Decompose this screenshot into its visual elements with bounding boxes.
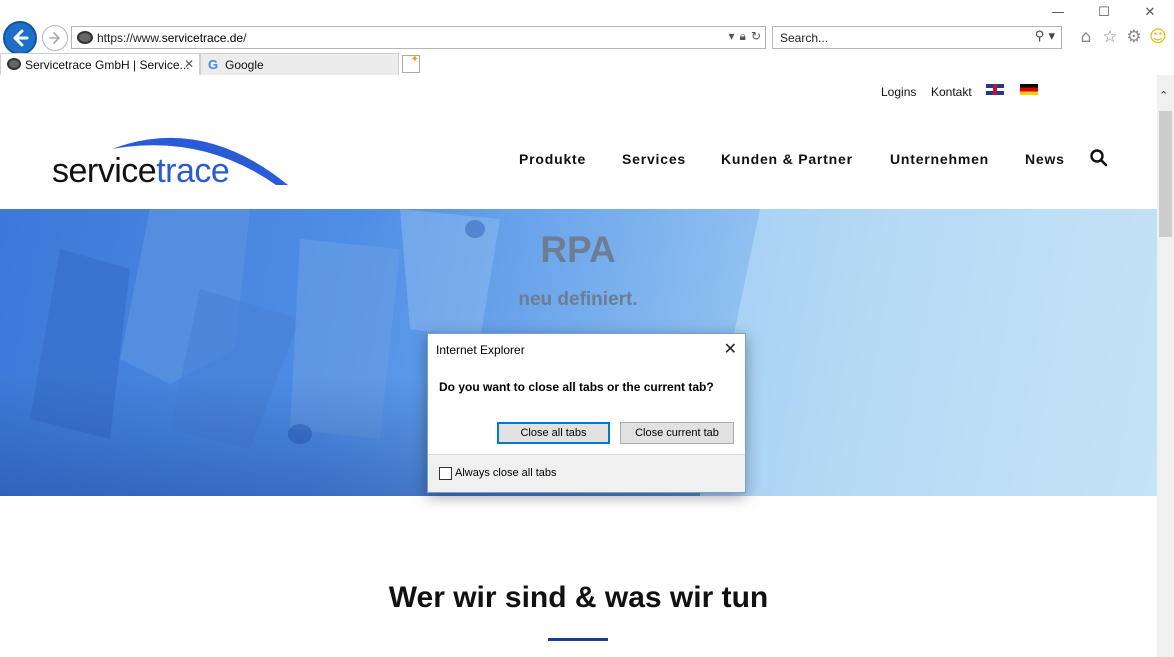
toolbar-icons: ⌂ ☆ ⚙ ☺	[1074, 27, 1170, 47]
lock-icon[interactable]: 🔒︎	[740, 29, 746, 43]
url-prefix: https://www.	[97, 31, 162, 45]
refresh-icon[interactable]: ↻	[751, 29, 761, 43]
tab-strip: Servicetrace GmbH | Service... ✕ G Googl…	[0, 53, 1174, 75]
kontakt-link[interactable]: Kontakt	[931, 85, 972, 99]
close-all-tabs-button[interactable]: Close all tabs	[497, 422, 610, 444]
section-divider	[548, 638, 608, 641]
browser-chrome: — ☐ ✕ https://www.servicetrace.de/ ▾ 🔒︎ ↻ …	[0, 0, 1174, 75]
logo-part-service: service	[52, 152, 157, 190]
scroll-up-icon[interactable]: ⌃	[1159, 89, 1168, 102]
scrollbar-thumb[interactable]	[1159, 111, 1172, 237]
back-arrow-icon	[13, 29, 29, 47]
tab-google[interactable]: G Google	[200, 53, 399, 75]
dialog-titlebar: Internet Explorer ✕	[428, 334, 745, 364]
nav-unternehmen[interactable]: Unternehmen	[890, 151, 989, 167]
close-tabs-dialog: Internet Explorer ✕ Do you want to close…	[427, 333, 746, 493]
de-flag-icon[interactable]	[1020, 84, 1038, 95]
hero-title: RPA	[540, 229, 616, 270]
url-text: https://www.servicetrace.de/	[97, 31, 246, 45]
feedback-smiley-icon[interactable]: ☺	[1146, 27, 1170, 47]
address-bar[interactable]: https://www.servicetrace.de/ ▾ 🔒︎ ↻	[71, 26, 766, 49]
google-favicon-icon: G	[208, 57, 219, 72]
search-box-icons: ⚲ ▾	[1035, 29, 1055, 44]
home-icon[interactable]: ⌂	[1074, 27, 1098, 47]
logo-part-trace: trace	[156, 152, 230, 190]
close-current-tab-button[interactable]: Close current tab	[620, 422, 734, 444]
window-close-button[interactable]: ✕	[1138, 4, 1162, 22]
dialog-close-icon[interactable]: ✕	[724, 339, 737, 358]
logo-text: servicetrace	[52, 152, 230, 191]
new-tab-icon: ✦	[410, 54, 419, 65]
logins-link[interactable]: Logins	[881, 85, 916, 99]
dialog-footer: Always close all tabs	[428, 454, 745, 492]
site-search-icon[interactable]	[1089, 148, 1109, 168]
nav-services[interactable]: Services	[622, 151, 686, 167]
top-links: Logins Kontakt	[757, 75, 1157, 109]
address-bar-icons: ▾ 🔒︎ ↻	[724, 29, 761, 44]
tab-label: Google	[225, 58, 264, 72]
search-icon[interactable]: ⚲	[1035, 29, 1045, 44]
section-title: Wer wir sind & was wir tun	[388, 581, 769, 614]
site-favicon-icon	[77, 31, 93, 44]
tab-servicetrace[interactable]: Servicetrace GmbH | Service... ✕	[0, 53, 200, 75]
tab-close-icon[interactable]: ✕	[184, 57, 194, 71]
forward-button[interactable]	[42, 25, 68, 51]
always-close-label[interactable]: Always close all tabs	[455, 467, 557, 479]
favorites-star-icon[interactable]: ☆	[1098, 27, 1122, 47]
new-tab-button[interactable]: ✦	[402, 55, 420, 73]
nav-news[interactable]: News	[1025, 151, 1065, 167]
dialog-body: Do you want to close all tabs or the cur…	[428, 364, 745, 454]
uk-flag-icon[interactable]	[986, 84, 1004, 95]
site-favicon-icon	[7, 58, 21, 70]
url-host: servicetrace.de	[161, 31, 244, 45]
back-button[interactable]	[3, 21, 37, 55]
nav-produkte[interactable]: Produkte	[519, 151, 586, 167]
forward-arrow-icon	[49, 32, 60, 44]
nav-kunden-partner[interactable]: Kunden & Partner	[721, 151, 853, 167]
always-close-checkbox[interactable]	[439, 467, 452, 480]
dropdown-icon[interactable]: ▾	[729, 29, 735, 43]
dialog-title: Internet Explorer	[436, 343, 525, 357]
dropdown-icon[interactable]: ▾	[1048, 29, 1055, 44]
search-placeholder: Search...	[780, 31, 829, 45]
dialog-message: Do you want to close all tabs or the cur…	[439, 380, 714, 394]
servicetrace-logo[interactable]: servicetrace	[52, 127, 292, 191]
maximize-button[interactable]: ☐	[1092, 4, 1116, 22]
minimize-button[interactable]: —	[1046, 4, 1070, 22]
search-box[interactable]: Search... ⚲ ▾	[772, 26, 1062, 49]
url-suffix: /	[243, 31, 247, 45]
vertical-scrollbar[interactable]: ⌃	[1157, 75, 1174, 657]
tab-label: Servicetrace GmbH | Service...	[25, 58, 190, 72]
hero-subtitle: neu definiert.	[518, 289, 638, 310]
settings-gear-icon[interactable]: ⚙	[1122, 27, 1146, 47]
